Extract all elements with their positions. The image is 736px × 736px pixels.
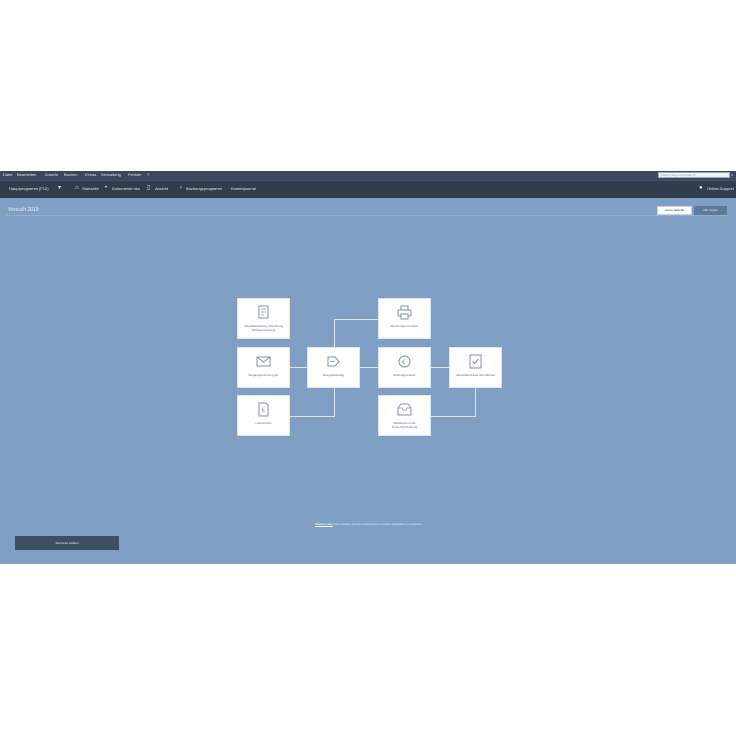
svg-text:€: € xyxy=(262,407,266,414)
workflow-card-ablauf[interactable]: Ablaufdarstellung / Rechnung Auftragsrec… xyxy=(237,298,290,339)
card-label: Eingangsrechnung (E) xyxy=(248,373,279,377)
menu-item-help[interactable]: ? xyxy=(147,172,149,178)
home-icon: ⌂ xyxy=(75,185,79,191)
card-label: Bankkonten und Finanzbuchhaltung xyxy=(391,421,418,429)
document-list-icon xyxy=(258,305,269,319)
card-label: Zahlungsverkehr xyxy=(393,373,416,377)
hint-description: zum Arbeiten mit dem Assistenten und den… xyxy=(333,522,422,526)
workflow-card-lieferschein[interactable]: € Lieferschein xyxy=(237,395,290,436)
workflow-card-jahresabschluss[interactable]: Jahresabschluss durchführen xyxy=(449,347,502,388)
menu-item-extras[interactable]: Extras xyxy=(85,172,96,178)
connector xyxy=(475,388,476,417)
shield-check-icon xyxy=(469,354,482,369)
search-input[interactable]: Suche (Strg+Umschalt+F) xyxy=(658,172,730,178)
recent-activity-button[interactable]: Letzte Aktivität xyxy=(657,206,692,215)
connector xyxy=(360,367,378,368)
bulb-icon: ● xyxy=(699,185,703,191)
card-label: Jahresabschluss durchführen xyxy=(455,373,496,377)
chevron-icon: › xyxy=(180,185,182,191)
menu-item-datei[interactable]: Datei xyxy=(3,172,12,178)
menu-item-bearbeiten[interactable]: Bearbeiten xyxy=(17,172,36,178)
hint-text: Weitere Infos zum Arbeiten mit dem Assis… xyxy=(315,522,422,527)
menu-item-ansicht[interactable]: Ansicht xyxy=(45,172,58,178)
connector xyxy=(290,416,334,417)
card-label: Rechnungen buchen xyxy=(390,324,419,328)
dropdown-arrow-icon[interactable]: ▾ xyxy=(58,185,61,192)
menu-bar: Datei Bearbeiten Ansicht Buchen Extras V… xyxy=(0,171,736,180)
toolbar-startseite[interactable]: Startseite xyxy=(82,186,99,192)
app-window: Datei Bearbeiten Ansicht Buchen Extras V… xyxy=(0,171,736,564)
toolbar: Hauptprogramm (F12) ▾ ⌂ Startseite • Dok… xyxy=(0,180,736,198)
workflow-card-zahlungsverkehr[interactable]: € Zahlungsverkehr xyxy=(378,347,431,388)
arrow-box-icon xyxy=(327,356,340,367)
connector xyxy=(334,319,335,347)
toolbar-ansicht[interactable]: Ansicht xyxy=(155,186,168,192)
hint-link[interactable]: Weitere Infos xyxy=(315,522,333,526)
menu-item-fenster[interactable]: Fenster xyxy=(128,172,142,178)
workflow-card-rechnungen-buchen[interactable]: Rechnungen buchen xyxy=(378,298,431,339)
connector xyxy=(290,367,307,368)
inbox-icon xyxy=(397,403,412,416)
workflow-card-bankkonten[interactable]: Bankkonten und Finanzbuchhaltung xyxy=(378,395,431,436)
toolbar-buchungsprogramm[interactable]: Buchungsprogramm xyxy=(186,186,222,192)
menu-item-verwaltung[interactable]: Verwaltung xyxy=(101,172,121,178)
connector xyxy=(431,367,449,368)
workflow-card-eingangsrechnung[interactable]: Eingangsrechnung (E) xyxy=(237,347,290,388)
card-label: Belegerfassung xyxy=(323,373,344,377)
online-support-link[interactable]: Online-Support xyxy=(707,186,734,192)
card-label: Ablaufdarstellung / Rechnung Auftragsrec… xyxy=(243,324,284,332)
collapse-icon[interactable]: x xyxy=(731,172,733,178)
toolbar-kontenjournal[interactable]: Kontenjournal xyxy=(231,186,256,192)
workflow-card-belegerfassung[interactable]: Belegerfassung xyxy=(307,347,360,388)
receipt-icon: € xyxy=(258,402,269,417)
envelope-icon xyxy=(256,356,271,367)
svg-text:€: € xyxy=(402,359,406,366)
document-icon: ▯ xyxy=(147,185,151,191)
connector xyxy=(431,416,475,417)
connector xyxy=(334,319,378,320)
pin-icon: • xyxy=(105,185,108,191)
show-all-button[interactable]: Alle zeigen xyxy=(694,206,727,215)
choose-startpage-button[interactable]: Startseite wählen xyxy=(15,536,119,550)
toolbar-dokumente-neu[interactable]: Dokumente neu xyxy=(112,186,140,192)
page-title: Versuch 2019 xyxy=(8,207,39,213)
card-label: Lieferschein xyxy=(255,421,272,425)
menu-item-buchen[interactable]: Buchen xyxy=(64,172,78,178)
printer-icon xyxy=(397,305,412,320)
program-dropdown[interactable]: Hauptprogramm (F12) xyxy=(9,186,49,192)
header-divider xyxy=(6,215,728,216)
payment-cycle-icon: € xyxy=(398,355,411,368)
connector xyxy=(334,388,335,417)
